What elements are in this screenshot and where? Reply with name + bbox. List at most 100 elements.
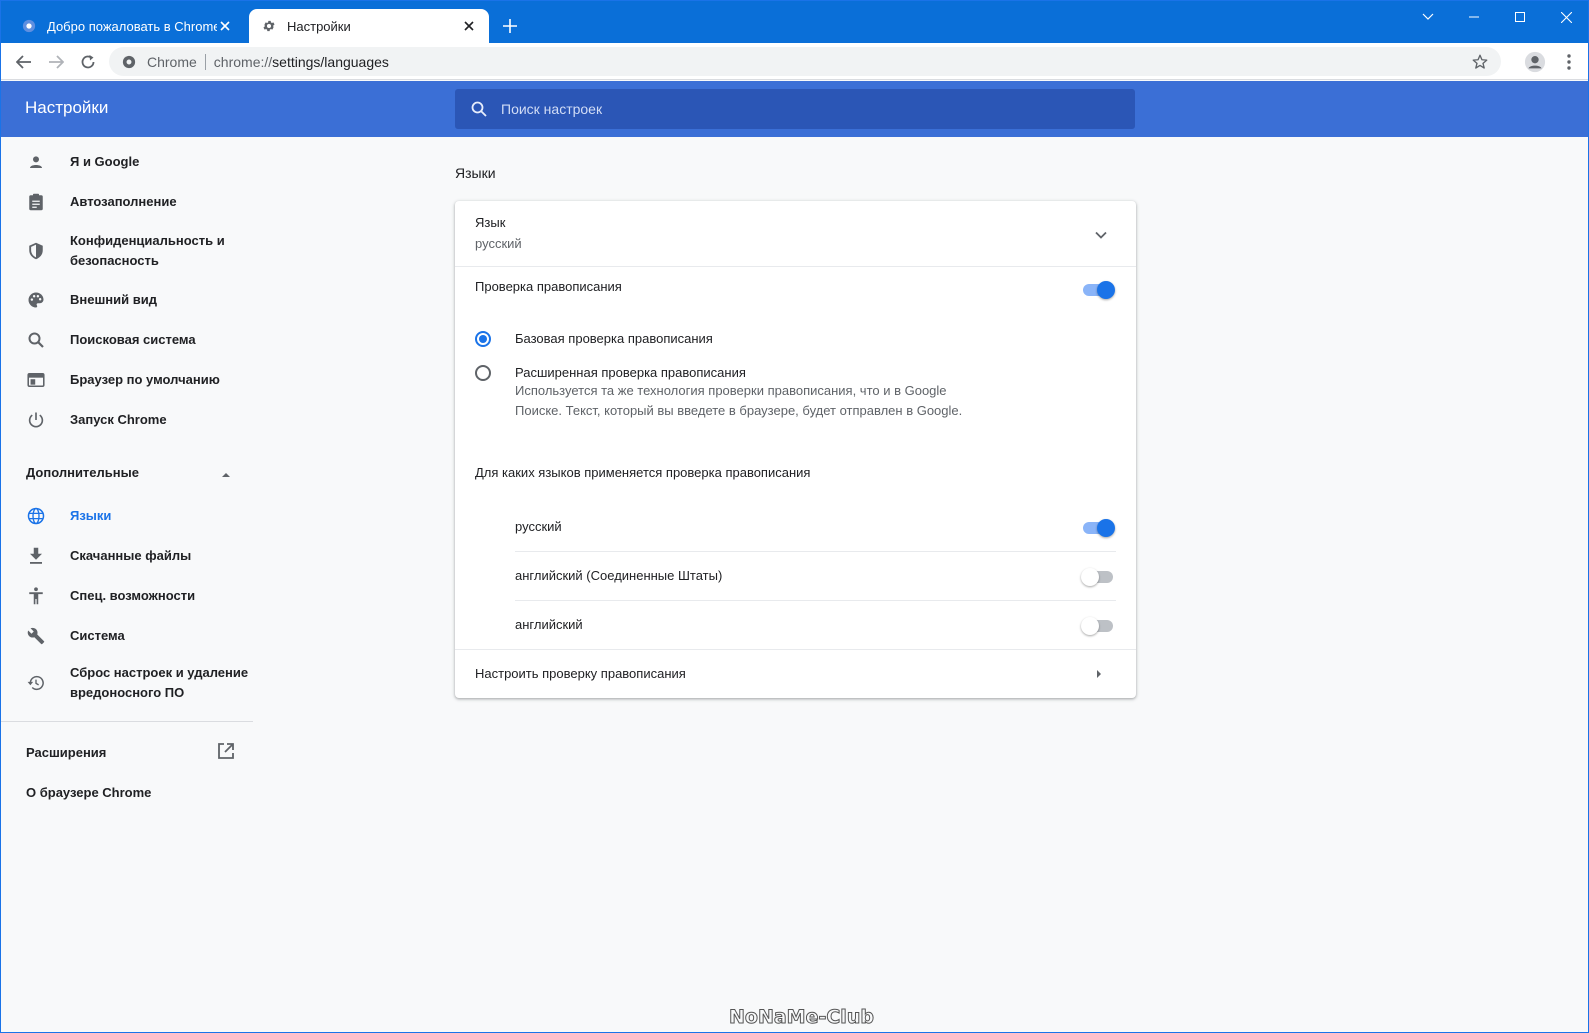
globe-icon — [25, 505, 47, 527]
open-in-new-icon[interactable] — [217, 742, 235, 760]
sidebar-advanced-header[interactable]: Дополнительные — [26, 465, 139, 480]
spellcheck-language-row[interactable]: английский — [515, 601, 1116, 650]
sidebar-item-label: Запуск Chrome — [70, 412, 167, 427]
bookmark-star-icon[interactable] — [1471, 53, 1489, 71]
tab-welcome[interactable]: Добро пожаловать в Chrome! — [9, 9, 245, 43]
chrome-icon — [21, 18, 37, 34]
sidebar-item-system[interactable]: Система — [1, 625, 253, 647]
address-bar[interactable]: Chrome chrome://settings/languages — [109, 47, 1501, 76]
forward-arrow-icon[interactable] — [42, 48, 70, 76]
person-icon — [25, 151, 47, 173]
download-icon — [25, 545, 47, 567]
settings-search[interactable] — [455, 89, 1135, 129]
watermark-text: NoNaMe-Club — [729, 1006, 875, 1029]
accessibility-icon — [25, 585, 47, 607]
sidebar-item-reset[interactable]: Сброс настроек и удаление вредоносного П… — [1, 663, 253, 703]
sidebar-item-languages[interactable]: Языки — [1, 505, 253, 527]
language-toggle[interactable] — [1081, 617, 1115, 635]
arrow-right-icon[interactable] — [1091, 666, 1107, 682]
sidebar-divider — [1, 721, 253, 722]
tab-title: Настройки — [287, 18, 351, 34]
power-icon — [25, 409, 47, 431]
sidebar-item-label: Внешний вид — [70, 292, 157, 307]
tab-search-icon[interactable] — [1405, 1, 1451, 33]
sidebar-item-label: Конфиденциальность и безопасность — [70, 233, 225, 268]
enhanced-spellcheck-radio[interactable] — [475, 365, 491, 381]
settings-sidebar: Я и Google Автозаполнение Конфиденциальн… — [1, 137, 253, 1032]
new-tab-button[interactable] — [497, 13, 523, 39]
tab-title: Добро пожаловать в Chrome! — [47, 18, 217, 34]
shield-icon — [25, 240, 47, 262]
sidebar-item-label: Поисковая система — [70, 332, 196, 347]
sidebar-item-search-engine[interactable]: Поисковая система — [1, 329, 253, 351]
spellcheck-toggle[interactable] — [1081, 281, 1115, 299]
clipboard-icon — [25, 191, 47, 213]
sidebar-item-label: Скачанные файлы — [70, 548, 192, 563]
close-icon[interactable] — [461, 18, 477, 34]
language-label: Язык — [475, 215, 506, 230]
profile-avatar-icon[interactable] — [1521, 48, 1549, 76]
back-arrow-icon[interactable] — [10, 48, 38, 76]
toggle-knob — [1097, 519, 1115, 537]
minimize-icon[interactable] — [1451, 1, 1497, 33]
toggle-knob — [1081, 617, 1099, 635]
spellcheck-languages-title: Для каких языков применяется проверка пр… — [475, 465, 811, 480]
toggle-knob — [1097, 281, 1115, 299]
settings-header: Настройки — [1, 81, 1588, 137]
sidebar-link-about[interactable]: О браузере Chrome — [26, 785, 151, 800]
sidebar-item-downloads[interactable]: Скачанные файлы — [1, 545, 253, 567]
spellcheck-label: Проверка правописания — [475, 279, 622, 294]
maximize-icon[interactable] — [1497, 1, 1543, 33]
tab-strip: Добро пожаловать в Chrome! Настройки — [1, 1, 1588, 43]
menu-dots-icon[interactable] — [1555, 48, 1583, 76]
tab-settings[interactable]: Настройки — [249, 9, 489, 43]
site-name: Chrome — [147, 53, 197, 70]
chevron-down-icon[interactable] — [1091, 225, 1111, 245]
wrench-icon — [25, 625, 47, 647]
sidebar-item-you-and-google[interactable]: Я и Google — [1, 151, 253, 173]
basic-spellcheck-label: Базовая проверка правописания — [515, 331, 713, 346]
window-close-icon[interactable] — [1543, 1, 1588, 33]
sidebar-item-label: Браузер по умолчанию — [70, 372, 220, 387]
search-input[interactable] — [501, 101, 1101, 117]
basic-spellcheck-radio[interactable] — [475, 331, 491, 347]
gear-icon — [261, 18, 277, 34]
page-title: Настройки — [25, 98, 109, 117]
spellcheck-language-name: английский — [515, 617, 583, 632]
sidebar-item-label: Сброс настроек и удаление вредоносного П… — [70, 665, 249, 700]
spellcheck-language-row[interactable]: русский — [515, 503, 1116, 552]
sidebar-item-autofill[interactable]: Автозаполнение — [1, 191, 253, 213]
customize-spellcheck-label: Настроить проверку правописания — [475, 666, 686, 681]
url-scheme: chrome:// — [213, 53, 273, 70]
palette-icon — [25, 289, 47, 311]
sidebar-item-label: Автозаполнение — [70, 194, 177, 209]
chrome-site-icon — [121, 54, 137, 70]
customize-spellcheck-row[interactable]: Настроить проверку правописания — [455, 649, 1136, 698]
enhanced-spellcheck-description: Используется та же технология проверки п… — [515, 383, 963, 418]
browser-icon — [25, 369, 47, 391]
language-toggle[interactable] — [1081, 568, 1115, 586]
spellcheck-language-row[interactable]: английский (Соединенные Штаты) — [515, 552, 1116, 601]
enhanced-spellcheck-label: Расширенная проверка правописания — [515, 365, 746, 380]
browser-window: Добро пожаловать в Chrome! Настройки Chr… — [0, 0, 1589, 1033]
caret-up-icon[interactable] — [220, 468, 232, 480]
language-row[interactable]: Язык русский — [455, 201, 1136, 267]
sidebar-item-on-startup[interactable]: Запуск Chrome — [1, 409, 253, 431]
reload-icon[interactable] — [74, 48, 102, 76]
sidebar-item-privacy[interactable]: Конфиденциальность и безопасность — [1, 231, 253, 271]
toggle-knob — [1081, 568, 1099, 586]
spellcheck-language-name: английский (Соединенные Штаты) — [515, 568, 723, 583]
restore-icon — [25, 672, 47, 694]
sidebar-item-appearance[interactable]: Внешний вид — [1, 289, 253, 311]
sidebar-link-extensions[interactable]: Расширения — [26, 745, 106, 760]
sidebar-item-label: Спец. возможности — [70, 588, 196, 603]
sidebar-item-label: Я и Google — [70, 154, 140, 169]
sidebar-item-accessibility[interactable]: Спец. возможности — [1, 585, 253, 607]
close-icon[interactable] — [217, 18, 233, 34]
search-icon — [25, 329, 47, 351]
search-icon — [469, 99, 489, 119]
url-path: settings/languages — [272, 53, 389, 70]
sidebar-item-label: Система — [70, 628, 125, 643]
sidebar-item-default-browser[interactable]: Браузер по умолчанию — [1, 369, 253, 391]
language-toggle[interactable] — [1081, 519, 1115, 537]
